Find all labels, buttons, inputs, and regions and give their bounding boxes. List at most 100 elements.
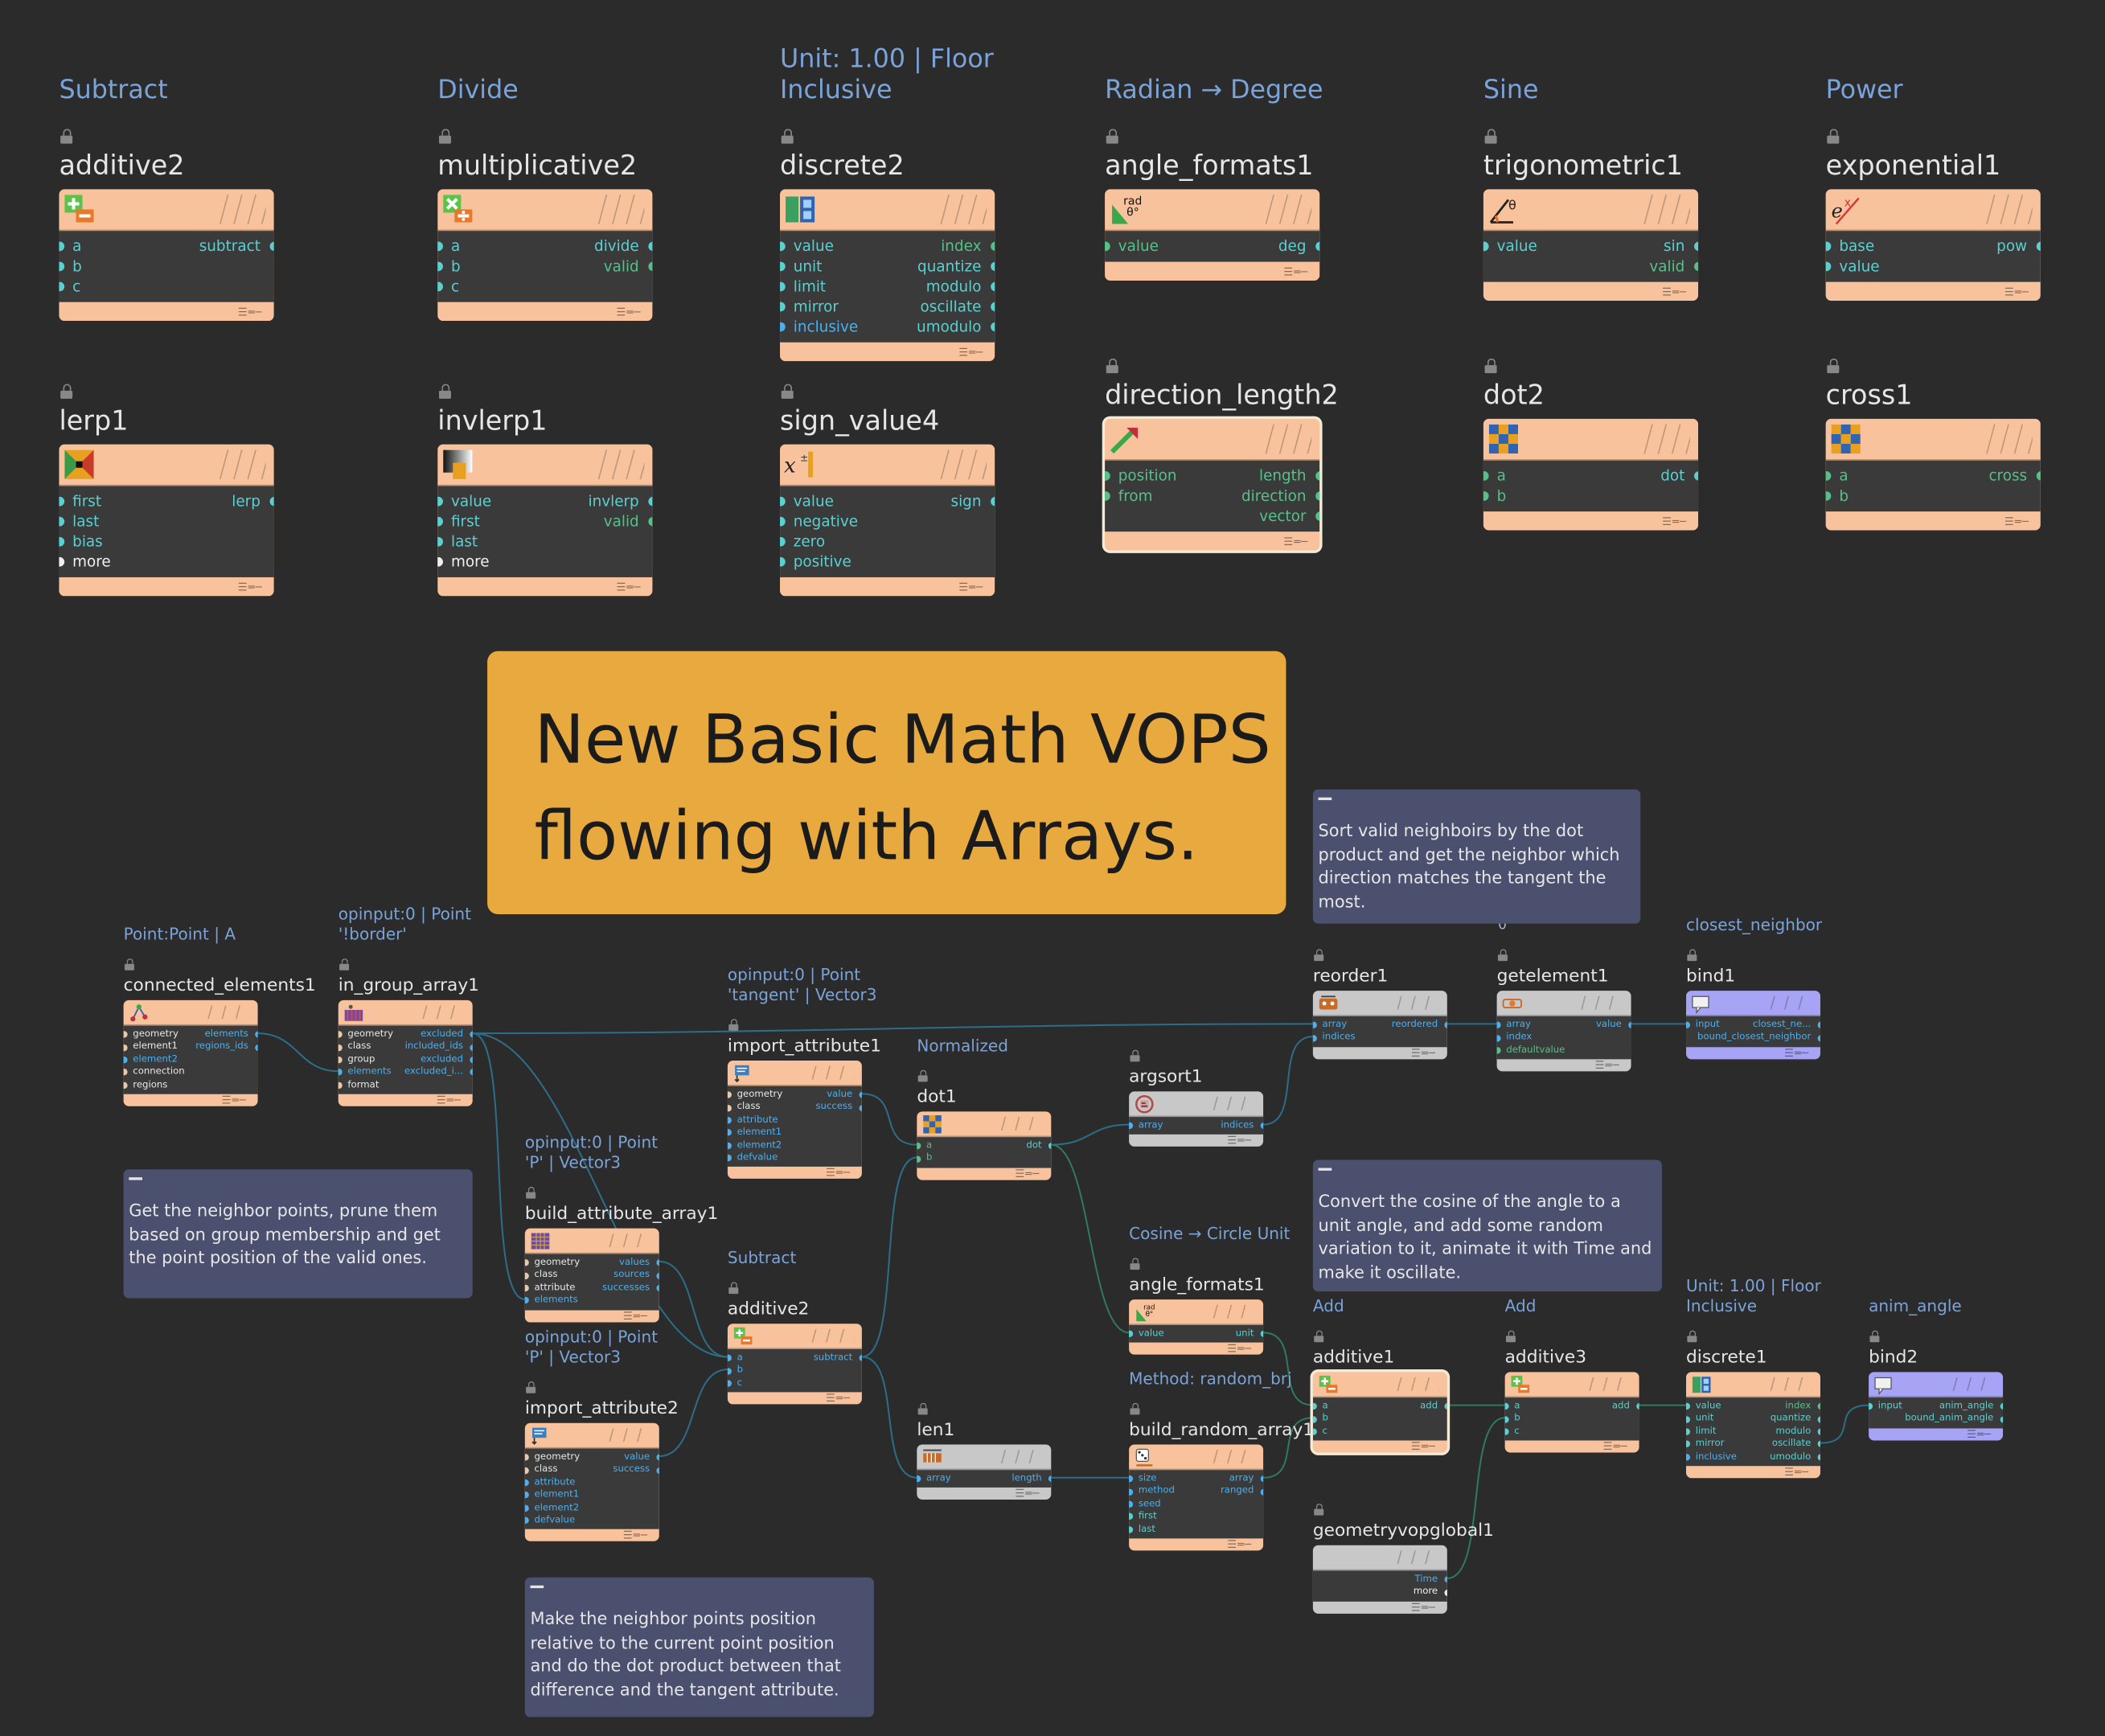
output-port-dot[interactable] (1635, 1403, 1639, 1410)
expand-collapse-icon[interactable]: ☰ ═ ─ (1603, 1441, 1627, 1453)
input-port-dot[interactable] (437, 516, 443, 527)
node-name[interactable]: geometryvopglobal1 (1313, 1521, 1494, 1541)
node-footer[interactable]: ☰ ═ ─ (59, 577, 273, 596)
output-port-dot[interactable] (990, 261, 995, 272)
input-port-label[interactable]: class (535, 1269, 558, 1282)
node-header[interactable] (524, 1229, 659, 1254)
expand-collapse-icon[interactable]: ☰ ═ ─ (826, 1393, 850, 1405)
node-header[interactable] (1869, 1372, 2004, 1398)
node-header[interactable] (1686, 991, 1820, 1016)
output-port-label[interactable]: elements (205, 1028, 248, 1041)
node-header[interactable]: ex (1825, 189, 2041, 232)
output-port-label[interactable]: add (1612, 1400, 1630, 1413)
node-name[interactable]: argsort1 (1129, 1067, 1202, 1087)
expand-collapse-icon[interactable]: ☰ ═ ─ (617, 302, 641, 321)
input-port-dot[interactable] (1825, 261, 1831, 272)
node-body[interactable]: geometry values class sources attribute succe… (524, 1228, 659, 1322)
expand-collapse-icon[interactable]: ☰ ═ ─ (1227, 1538, 1251, 1550)
header-flags[interactable] (1761, 995, 1812, 1010)
node-name[interactable]: len1 (917, 1420, 954, 1440)
output-port-dot[interactable] (469, 1031, 473, 1038)
input-port-dot[interactable] (1686, 1021, 1690, 1029)
connection-wire[interactable] (861, 1156, 917, 1358)
node-build_random_array1[interactable]: Method: random_brj build_random_array1 siz… (1129, 1369, 1314, 1551)
input-port-label[interactable]: b (72, 257, 82, 277)
output-port-dot[interactable] (254, 1031, 258, 1038)
input-port-label[interactable]: array (1506, 1019, 1531, 1032)
input-port-label[interactable]: zero (794, 531, 825, 552)
node-footer[interactable]: ☰ ═ ─ (1826, 282, 2041, 301)
output-port-dot[interactable] (1627, 1021, 1631, 1029)
node-body[interactable]: array value index defaultvalue ☰ ═ ─ (1496, 991, 1631, 1072)
input-port-dot[interactable] (727, 1354, 732, 1362)
input-port-dot[interactable] (1496, 1034, 1500, 1041)
expand-collapse-icon[interactable]: ☰ ═ ─ (2004, 511, 2029, 530)
connection-wire[interactable] (1263, 1036, 1313, 1126)
output-port-label[interactable]: divide (594, 236, 639, 257)
node-lerp1[interactable]: lerp1 first lerp last bias more ☰ ═ ─ (59, 384, 274, 597)
expand-collapse-icon[interactable]: ☰ ═ ─ (1411, 1601, 1435, 1613)
node-header[interactable] (1129, 1091, 1264, 1118)
input-port-label[interactable]: a (1839, 466, 1848, 486)
input-port-label[interactable]: first (72, 491, 101, 511)
node-footer[interactable]: ☰ ═ ─ (437, 577, 652, 596)
input-port-dot[interactable] (524, 1259, 528, 1266)
output-port-label[interactable]: successes (602, 1282, 650, 1295)
input-port-label[interactable]: attribute (535, 1282, 576, 1295)
input-port-label[interactable]: c (451, 277, 459, 297)
input-port-label[interactable]: array (1323, 1019, 1348, 1032)
node-name[interactable]: reorder1 (1313, 966, 1388, 987)
connection-wire[interactable] (1051, 1143, 1130, 1334)
output-port-dot[interactable] (1999, 1403, 2004, 1410)
input-port-dot[interactable] (1504, 1415, 1508, 1423)
input-port-dot[interactable] (780, 241, 785, 252)
lock-icon[interactable] (780, 129, 794, 144)
output-port-label[interactable]: excluded (421, 1028, 463, 1041)
input-port-label[interactable]: inclusive (1696, 1451, 1737, 1463)
expand-collapse-icon[interactable]: ☰ ═ ─ (1967, 1428, 1991, 1440)
node-name[interactable]: additive3 (1505, 1348, 1586, 1368)
input-port-dot[interactable] (59, 281, 64, 292)
lock-icon[interactable] (1505, 1330, 1517, 1343)
input-port-dot[interactable] (1686, 1403, 1690, 1410)
node-body[interactable]: a subtract b c ☰ ═ ─ (727, 1324, 862, 1405)
output-port-dot[interactable] (1259, 1475, 1264, 1483)
header-flags[interactable] (802, 1065, 854, 1080)
node-name[interactable]: build_random_array1 (1129, 1420, 1314, 1440)
header-flags[interactable] (1580, 1377, 1631, 1391)
input-port-dot[interactable] (1496, 1021, 1500, 1029)
node-body[interactable]: a add b c ☰ ═ ─ (1504, 1372, 1639, 1453)
expand-collapse-icon[interactable]: ☰ ═ ─ (623, 1310, 647, 1322)
node-footer[interactable]: ☰ ═ ─ (339, 1094, 473, 1106)
input-port-label[interactable]: c (1514, 1426, 1519, 1438)
output-port-label[interactable]: sign (950, 491, 981, 511)
expand-collapse-icon[interactable]: ☰ ═ ─ (1595, 1060, 1619, 1072)
node-header[interactable] (917, 1111, 1052, 1138)
node-direction_length2[interactable]: direction_length2 position length from direc… (1105, 358, 1339, 551)
lock-icon[interactable] (1313, 1503, 1325, 1516)
input-port-label[interactable]: geometry (535, 1257, 581, 1270)
expand-collapse-icon[interactable]: ☰ ═ ─ (222, 1094, 246, 1106)
lock-icon[interactable] (124, 958, 136, 971)
node-header[interactable] (727, 1324, 862, 1349)
node-build_attribute_array1[interactable]: opinput:0 | Point 'P' | Vector3 build_att… (524, 1133, 718, 1322)
output-port-dot[interactable] (1816, 1428, 1820, 1435)
output-port-dot[interactable] (647, 516, 653, 527)
output-port-label[interactable]: sin (1664, 236, 1684, 257)
input-port-dot[interactable] (1686, 1441, 1690, 1448)
node-footer[interactable]: ☰ ═ ─ (917, 1488, 1051, 1500)
input-port-dot[interactable] (524, 1504, 528, 1512)
input-port-dot[interactable] (524, 1297, 528, 1304)
input-port-label[interactable]: value (1696, 1400, 1721, 1413)
sticky-collapse-icon[interactable] (1313, 1160, 1662, 1179)
input-port-dot[interactable] (727, 1091, 732, 1099)
lock-icon[interactable] (1313, 949, 1325, 962)
output-port-dot[interactable] (469, 1044, 473, 1051)
node-body[interactable]: a cross b ☰ ═ ─ (1825, 418, 2041, 531)
input-port-dot[interactable] (1825, 471, 1831, 481)
output-port-dot[interactable] (647, 241, 653, 252)
lock-icon[interactable] (525, 1381, 537, 1393)
output-port-dot[interactable] (1693, 241, 1699, 252)
header-flags[interactable] (199, 1005, 250, 1020)
node-header[interactable] (524, 1423, 659, 1449)
